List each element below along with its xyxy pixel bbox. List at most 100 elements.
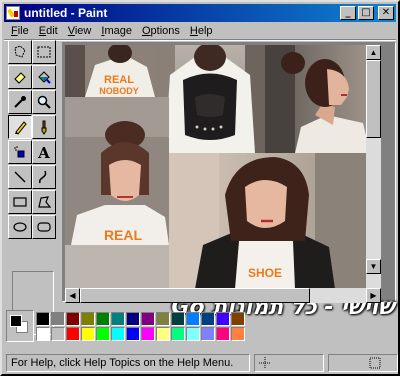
svg-text:A: A xyxy=(37,144,50,160)
palette-swatch[interactable] xyxy=(36,327,50,341)
palette-swatch[interactable] xyxy=(171,312,185,326)
palette-swatch[interactable] xyxy=(156,312,170,326)
photo-bottom-right: SHOE xyxy=(169,153,381,289)
palette-swatch[interactable] xyxy=(111,312,125,326)
menu-separator xyxy=(4,39,396,41)
airbrush-icon xyxy=(14,146,25,158)
palette-swatch[interactable] xyxy=(171,327,185,341)
palette-swatch[interactable] xyxy=(51,327,65,341)
palette-swatch[interactable] xyxy=(126,327,140,341)
status-bar: For Help, click Help Topics on the Help … xyxy=(6,354,398,372)
palette-swatch[interactable] xyxy=(51,312,65,326)
eraser-tool[interactable] xyxy=(8,65,32,89)
palette-swatch[interactable] xyxy=(216,312,230,326)
vertical-scroll-thumb[interactable] xyxy=(366,60,381,138)
status-help-text: For Help, click Help Topics on the Help … xyxy=(6,354,250,372)
text-icon: A xyxy=(37,144,50,160)
fill-tool[interactable] xyxy=(32,65,56,89)
paint-app-icon[interactable] xyxy=(6,6,20,20)
scroll-up-button[interactable]: ▲ xyxy=(366,45,381,60)
shirt-text-3: SHOE xyxy=(248,266,282,280)
menu-options[interactable]: Options xyxy=(137,25,185,37)
palette-swatch[interactable] xyxy=(201,312,215,326)
shirt-text-1: REAL xyxy=(104,74,134,86)
palette-swatch[interactable] xyxy=(81,327,95,341)
shirt-text-2: NOBODY xyxy=(99,86,139,96)
canvas-area: REAL NOBODY REAL SHOE ▲ ▼ Go שוישי - כל … xyxy=(62,42,396,320)
magnifier-icon xyxy=(37,95,51,109)
window-title: untitled - Paint xyxy=(24,6,108,20)
fill-bucket-icon xyxy=(38,71,51,84)
photo-middle-left: REAL xyxy=(65,97,169,245)
palette-swatch[interactable] xyxy=(141,327,155,341)
palette-swatch[interactable] xyxy=(66,312,80,326)
status-cursor-position xyxy=(254,354,324,372)
selection-size-icon xyxy=(369,357,381,369)
palette-swatch[interactable] xyxy=(66,327,80,341)
rounded-rectangle-tool[interactable] xyxy=(32,215,56,239)
free-form-select-tool[interactable] xyxy=(8,40,32,64)
ellipse-icon xyxy=(13,222,27,232)
eyedropper-icon xyxy=(14,96,26,108)
photo-top-middle xyxy=(155,45,265,153)
select-icon xyxy=(37,46,51,58)
shirt-text-lower: REAL xyxy=(104,227,143,243)
rounded-rectangle-icon xyxy=(37,222,51,232)
text-tool[interactable]: A xyxy=(32,140,56,164)
title-bar[interactable]: untitled - Paint _ □ ✕ xyxy=(4,4,396,22)
palette-swatch[interactable] xyxy=(36,312,50,326)
curve-tool[interactable] xyxy=(32,165,56,189)
palette-swatch[interactable] xyxy=(96,312,110,326)
palette-swatch[interactable] xyxy=(141,312,155,326)
menu-view[interactable]: View xyxy=(63,25,97,37)
line-icon xyxy=(14,171,26,183)
line-tool[interactable] xyxy=(8,165,32,189)
color-box xyxy=(6,310,398,344)
brush-tool[interactable] xyxy=(32,115,56,139)
scroll-down-button[interactable]: ▼ xyxy=(366,259,381,274)
menu-file[interactable]: File xyxy=(6,25,34,37)
rectangle-tool[interactable] xyxy=(8,190,32,214)
palette-swatch[interactable] xyxy=(156,327,170,341)
paint-window: untitled - Paint _ □ ✕ File Edit View Im… xyxy=(0,0,400,376)
palette-swatch[interactable] xyxy=(186,312,200,326)
select-tool[interactable] xyxy=(32,40,56,64)
palette-swatch[interactable] xyxy=(186,327,200,341)
canvas-image: REAL NOBODY REAL SHOE xyxy=(65,45,381,289)
foreground-color xyxy=(10,315,22,327)
palette-swatch[interactable] xyxy=(216,327,230,341)
ellipse-tool[interactable] xyxy=(8,215,32,239)
polygon-icon xyxy=(38,196,52,208)
menu-image[interactable]: Image xyxy=(96,25,137,37)
palette-swatch[interactable] xyxy=(81,312,95,326)
current-colors[interactable] xyxy=(6,310,34,342)
photo-top-left: REAL NOBODY xyxy=(65,45,155,97)
close-button[interactable]: ✕ xyxy=(378,6,394,20)
photo-top-right xyxy=(265,45,381,153)
maximize-button[interactable]: □ xyxy=(358,6,374,20)
palette-swatch[interactable] xyxy=(111,327,125,341)
canvas[interactable]: REAL NOBODY REAL SHOE ▲ ▼ xyxy=(65,45,381,289)
palette-swatch[interactable] xyxy=(231,312,245,326)
magnifier-tool[interactable] xyxy=(32,90,56,114)
vertical-scrollbar[interactable]: ▲ ▼ xyxy=(366,45,381,289)
rectangle-icon xyxy=(13,197,27,207)
polygon-tool[interactable] xyxy=(32,190,56,214)
pencil-tool[interactable] xyxy=(8,115,32,139)
horizontal-scroll-thumb[interactable] xyxy=(80,288,310,303)
palette-swatch[interactable] xyxy=(96,327,110,341)
palette-swatch[interactable] xyxy=(126,312,140,326)
airbrush-tool[interactable] xyxy=(8,140,32,164)
palette-swatch[interactable] xyxy=(201,327,215,341)
minimize-button[interactable]: _ xyxy=(340,6,356,20)
pick-color-tool[interactable] xyxy=(8,90,32,114)
menu-help[interactable]: Help xyxy=(185,25,218,37)
palette-swatch[interactable] xyxy=(231,327,245,341)
menu-edit[interactable]: Edit xyxy=(34,25,63,37)
curve-icon xyxy=(39,170,47,184)
horizontal-scrollbar[interactable]: ◀ ▶ xyxy=(65,288,381,303)
scroll-right-button[interactable]: ▶ xyxy=(366,288,381,303)
menu-bar: File Edit View Image Options Help xyxy=(6,23,218,39)
scroll-left-button[interactable]: ◀ xyxy=(65,288,80,303)
pencil-icon xyxy=(15,121,27,135)
